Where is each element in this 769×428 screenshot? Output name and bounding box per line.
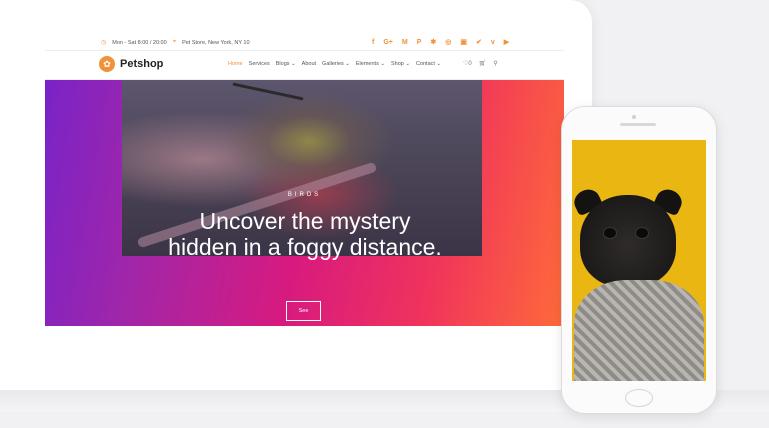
cart-icon[interactable]: 🛒︎ [479, 60, 487, 67]
beak-shape [232, 82, 304, 101]
home-button[interactable] [625, 389, 653, 407]
phone-frame [561, 106, 717, 414]
laptop-frame: ◷ Mon - Sat 8:00 / 20:00 ⌖ Pet Store, Ne… [0, 0, 592, 390]
hero-slider: BIRDS Uncover the mystery hidden in a fo… [45, 80, 564, 326]
google-plus-icon[interactable]: G+ [383, 38, 393, 47]
wishlist-count: 0 [468, 61, 472, 67]
knitted-scarf [574, 280, 704, 381]
hero-title: Uncover the mystery hidden in a foggy di… [168, 208, 442, 260]
vimeo-icon[interactable]: v [491, 38, 495, 47]
map-pin-icon: ⌖ [172, 39, 177, 45]
wishlist-button[interactable]: ♡0 [463, 60, 472, 67]
facebook-icon[interactable]: f [372, 38, 374, 47]
nav-contact[interactable]: Contact ⌄ [416, 61, 441, 67]
nav-blogs[interactable]: Blogs ⌄ [276, 61, 296, 67]
yelp-icon[interactable]: ✱ [430, 38, 436, 47]
nav-services[interactable]: Services [249, 61, 270, 67]
see-button[interactable]: See [286, 301, 321, 321]
camera-icon [632, 115, 636, 119]
medium-icon[interactable]: M [402, 38, 408, 47]
clock-icon: ◷ [101, 40, 107, 46]
main-nav: Home Services Blogs ⌄ About Galleries ⌄ … [228, 61, 441, 67]
top-info-bar: ◷ Mon - Sat 8:00 / 20:00 ⌖ Pet Store, Ne… [45, 36, 564, 51]
pug-eye-right [636, 228, 648, 238]
paw-logo-icon[interactable]: ✿ [99, 56, 115, 72]
pug-eye-left [604, 228, 616, 238]
speaker-grill [620, 123, 656, 126]
brand-name[interactable]: Petshop [120, 58, 163, 70]
nav-elements[interactable]: Elements ⌄ [356, 61, 385, 67]
hero-kicker: BIRDS [287, 192, 322, 198]
twitch-icon[interactable]: ▣ [460, 38, 467, 47]
laptop-screen: ◷ Mon - Sat 8:00 / 20:00 ⌖ Pet Store, Ne… [45, 36, 564, 358]
nav-galleries[interactable]: Galleries ⌄ [322, 61, 350, 67]
patreon-icon[interactable]: P [417, 38, 422, 47]
opening-hours: Mon - Sat 8:00 / 20:00 [112, 39, 167, 46]
phone-screen [572, 140, 706, 381]
social-links: f G+ M P ✱ ◎ ▣ ✔ v ▶ [372, 38, 509, 47]
instagram-icon[interactable]: ◎ [445, 38, 451, 47]
store-address: Pet Store, New York, NY 10 [182, 39, 250, 46]
nav-about[interactable]: About [302, 61, 316, 67]
search-icon[interactable]: ⚲ [493, 60, 497, 67]
youtube-icon[interactable]: ▶ [504, 38, 509, 47]
pug-photo [580, 195, 676, 287]
twitter-icon[interactable]: ✔ [476, 38, 482, 47]
site-header: ✿ Petshop Home Services Blogs ⌄ About Ga… [45, 51, 564, 80]
nav-shop[interactable]: Shop ⌄ [391, 61, 410, 67]
nav-home[interactable]: Home [228, 61, 243, 67]
